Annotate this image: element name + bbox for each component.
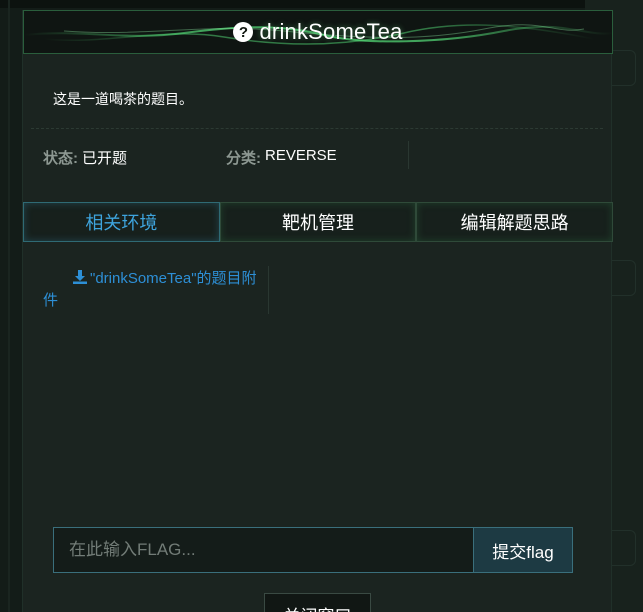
flag-submit-row: 提交flag [53, 527, 573, 573]
modal-title: drinkSomeTea [259, 19, 403, 44]
tab-bar: 相关环境 靶机管理 编辑解题思路 [23, 202, 614, 242]
status-value: 已开题 [82, 150, 128, 167]
close-window-button[interactable]: 关闭窗口 [264, 593, 371, 612]
status-label: 状态: [43, 150, 78, 167]
question-circle-icon: ? [233, 22, 254, 42]
tab-environment[interactable]: 相关环境 [23, 202, 220, 242]
flag-input[interactable] [53, 527, 474, 573]
tab-edit-writeup[interactable]: 编辑解题思路 [416, 202, 614, 242]
category-label: 分类: [226, 150, 261, 167]
category-value: REVERSE [265, 147, 337, 164]
attachment-link[interactable]: "drinkSomeTea"的题目附件 [43, 268, 269, 312]
status-field: 状态: 已开题 [43, 147, 127, 168]
section-divider [31, 128, 603, 129]
challenge-description: 这是一道喝茶的题目。 [53, 91, 193, 107]
category-field: 分类: REVERSE [226, 147, 337, 168]
challenge-modal: ? drinkSomeTea 这是一道喝茶的题目。 状态: 已开题 分类: RE… [22, 10, 614, 612]
tab-target-management[interactable]: 靶机管理 [219, 202, 417, 242]
modal-header: ? drinkSomeTea [23, 10, 613, 54]
backdrop-top-bar [0, 0, 643, 8]
attachment-divider [268, 266, 269, 314]
download-icon [73, 270, 87, 284]
backdrop-line [8, 0, 10, 612]
submit-flag-button[interactable]: 提交flag [474, 527, 573, 573]
meta-divider [408, 141, 409, 169]
